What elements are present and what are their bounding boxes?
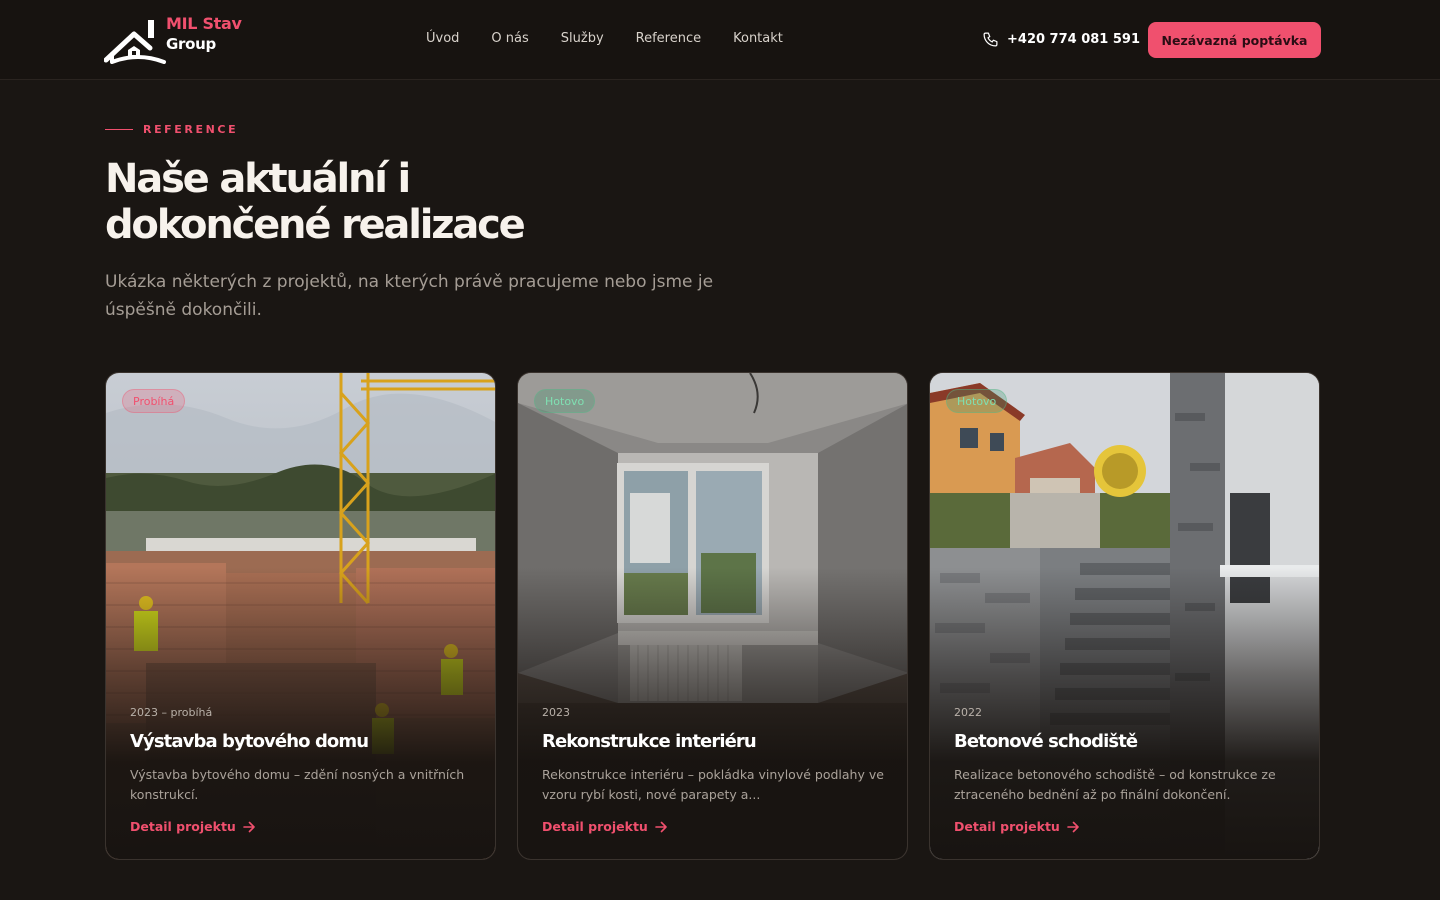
house-logo-icon bbox=[104, 20, 166, 64]
project-detail-link[interactable]: Detail projektu bbox=[542, 819, 667, 834]
project-title: Betonové schodiště bbox=[954, 731, 1138, 752]
arrow-right-icon bbox=[243, 821, 255, 832]
nav-link-reference[interactable]: Reference bbox=[636, 31, 701, 46]
logo[interactable]: MIL Stav Group bbox=[104, 14, 244, 64]
project-detail-link[interactable]: Detail projektu bbox=[954, 819, 1079, 834]
project-card[interactable]: Probíhá 2023 – probíhá Výstavba bytového… bbox=[105, 372, 496, 860]
project-card[interactable]: Hotovo 2022 Betonové schodiště Realizace… bbox=[929, 372, 1320, 860]
project-description: Rekonstrukce interiéru – pokládka vinylo… bbox=[542, 767, 884, 802]
project-description: Výstavba bytového domu – zdění nosných a… bbox=[130, 767, 465, 802]
phone-link[interactable]: +420 774 081 591 bbox=[982, 31, 1140, 48]
arrow-right-icon bbox=[1067, 821, 1079, 832]
status-badge: Hotovo bbox=[946, 389, 1008, 413]
project-year: 2022 bbox=[954, 706, 982, 719]
status-badge: Hotovo bbox=[534, 389, 596, 413]
project-detail-link[interactable]: Detail projektu bbox=[130, 819, 255, 834]
project-detail-label: Detail projektu bbox=[954, 819, 1060, 834]
project-detail-label: Detail projektu bbox=[130, 819, 236, 834]
nav-link-uvod[interactable]: Úvod bbox=[426, 31, 459, 46]
nav-link-o-nas[interactable]: O nás bbox=[491, 31, 528, 46]
nav-link-sluzby[interactable]: Služby bbox=[561, 31, 604, 46]
project-year: 2023 bbox=[542, 706, 570, 719]
section-eyebrow: REFERENCE bbox=[105, 123, 238, 136]
project-detail-label: Detail projektu bbox=[542, 819, 648, 834]
inquiry-button[interactable]: Nezávazná poptávka bbox=[1148, 22, 1321, 58]
section-title: Naše aktuální i dokončené realizace bbox=[105, 156, 745, 248]
arrow-right-icon bbox=[655, 821, 667, 832]
eyebrow-label: REFERENCE bbox=[143, 123, 239, 136]
project-year: 2023 – probíhá bbox=[130, 706, 213, 719]
section-subtitle: Ukázka některých z projektů, na kterých … bbox=[105, 272, 714, 320]
project-title: Rekonstrukce interiéru bbox=[542, 731, 757, 752]
logo-text-sub: Group bbox=[166, 35, 216, 53]
title-line-2: dokončené realizace bbox=[105, 202, 526, 248]
nav-link-kontakt[interactable]: Kontakt bbox=[733, 31, 783, 46]
logo-text-main: MIL Stav bbox=[166, 14, 242, 33]
eyebrow-line bbox=[105, 129, 133, 130]
site-header: MIL Stav Group Úvod O nás Služby Referen… bbox=[0, 0, 1440, 80]
phone-icon bbox=[983, 32, 998, 47]
status-badge: Probíhá bbox=[122, 389, 186, 413]
main-nav: Úvod O nás Služby Reference Kontakt bbox=[426, 31, 815, 46]
phone-number: +420 774 081 591 bbox=[1007, 32, 1141, 47]
project-card[interactable]: Hotovo 2023 Rekonstrukce interiéru Rekon… bbox=[517, 372, 908, 860]
title-line-1: Naše aktuální i bbox=[105, 156, 411, 202]
project-description: Realizace betonového schodiště – od kons… bbox=[954, 767, 1276, 802]
project-title: Výstavba bytového domu bbox=[130, 731, 369, 752]
